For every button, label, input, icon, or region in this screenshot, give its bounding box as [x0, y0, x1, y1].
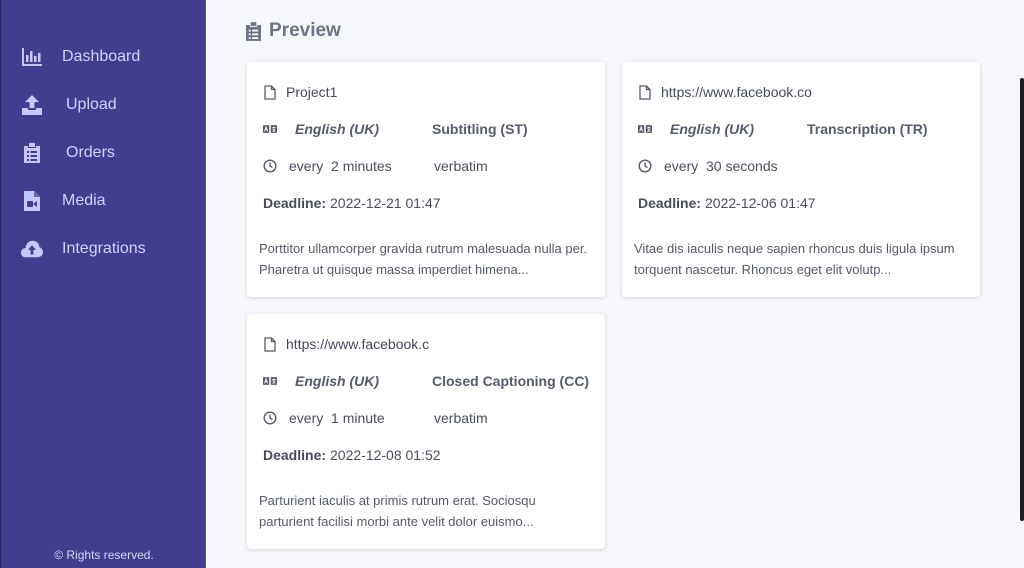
clock-icon [263, 159, 277, 173]
language-icon [638, 124, 652, 134]
card-frequency-row: every 30 seconds [638, 156, 809, 176]
card-deadline: 2022-12-06 01:47 [705, 195, 816, 211]
sidebar-item-orders[interactable]: Orders [21, 140, 115, 166]
clock-icon [263, 411, 277, 425]
card-title-row: https://www.facebook.co [638, 82, 851, 102]
card-style: verbatim [434, 158, 488, 174]
file-icon [638, 84, 652, 100]
card-frequency: every 30 seconds [664, 158, 778, 174]
card-description: Parturient iaculis at primis rutrum erat… [259, 493, 536, 529]
card-frequency-row: every 1 minute verbatim [263, 408, 488, 428]
clipboard-list-icon [21, 142, 43, 164]
clock-icon [638, 159, 652, 173]
card-description: Vitae dis iaculis neque sapien rhoncus d… [634, 241, 955, 277]
sidebar-item-label: Integrations [62, 240, 146, 257]
deadline-label: Deadline: [263, 447, 327, 463]
card-language-row: English (UK) Transcription (TR) [638, 119, 928, 139]
main-content: Preview Project1 English (UK) Subtitling… [206, 0, 1024, 568]
sidebar-item-label: Media [62, 192, 106, 209]
card-description: Porttitor ullamcorper gravida rutrum mal… [259, 241, 588, 277]
card-deadline-row: Deadline: 2022-12-08 01:52 [263, 445, 441, 465]
order-card[interactable]: https://www.facebook.c English (UK) Clos… [247, 314, 605, 549]
file-icon [263, 84, 277, 100]
deadline-label: Deadline: [638, 195, 702, 211]
card-service: Subtitling (ST) [432, 121, 528, 137]
card-frequency-row: every 2 minutes verbatim [263, 156, 488, 176]
upload-icon [21, 94, 43, 116]
card-frequency: every 2 minutes [289, 158, 392, 174]
sidebar-item-label: Upload [66, 96, 117, 113]
vertical-scrollbar[interactable] [1020, 78, 1024, 521]
card-language: English (UK) [670, 121, 754, 137]
page-title-text: Preview [269, 20, 341, 41]
language-icon [263, 124, 277, 134]
clipboard-list-icon [246, 21, 261, 41]
file-icon [263, 336, 277, 352]
card-service: Transcription (TR) [807, 121, 928, 137]
card-deadline-row: Deadline: 2022-12-06 01:47 [638, 193, 816, 213]
page-title: Preview [246, 20, 341, 42]
sidebar-item-upload[interactable]: Upload [21, 92, 117, 118]
language-icon [263, 376, 277, 386]
card-title: Project1 [286, 84, 338, 100]
file-video-icon [21, 190, 43, 212]
sidebar-item-dashboard[interactable]: Dashboard [21, 44, 140, 70]
card-deadline: 2022-12-08 01:52 [330, 447, 441, 463]
card-language: English (UK) [295, 373, 379, 389]
order-card[interactable]: https://www.facebook.co English (UK) Tra… [622, 62, 980, 297]
sidebar-item-label: Orders [66, 144, 115, 161]
card-service: Closed Captioning (CC) [432, 373, 590, 389]
sidebar-item-integrations[interactable]: Integrations [21, 236, 146, 262]
order-card[interactable]: Project1 English (UK) Subtitling (ST) ev… [247, 62, 605, 297]
card-title: https://www.facebook.c [286, 336, 430, 352]
sidebar: Dashboard Upload Orders Media Integratio… [0, 0, 206, 568]
card-deadline: 2022-12-21 01:47 [330, 195, 441, 211]
chart-bar-icon [21, 46, 43, 68]
sidebar-item-media[interactable]: Media [21, 188, 106, 214]
card-title-row: Project1 [263, 82, 476, 102]
card-style: verbatim [434, 410, 488, 426]
card-language-row: English (UK) Closed Captioning (CC) [263, 371, 589, 391]
card-title: https://www.facebook.co [661, 84, 812, 100]
deadline-label: Deadline: [263, 195, 327, 211]
card-frequency: every 1 minute [289, 410, 385, 426]
cloud-upload-icon [21, 238, 43, 260]
card-title-row: https://www.facebook.c [263, 334, 476, 354]
copyright-footer: © Rights reserved. [54, 548, 154, 562]
card-deadline-row: Deadline: 2022-12-21 01:47 [263, 193, 441, 213]
card-language: English (UK) [295, 121, 379, 137]
sidebar-item-label: Dashboard [62, 48, 141, 65]
card-language-row: English (UK) Subtitling (ST) [263, 119, 528, 139]
